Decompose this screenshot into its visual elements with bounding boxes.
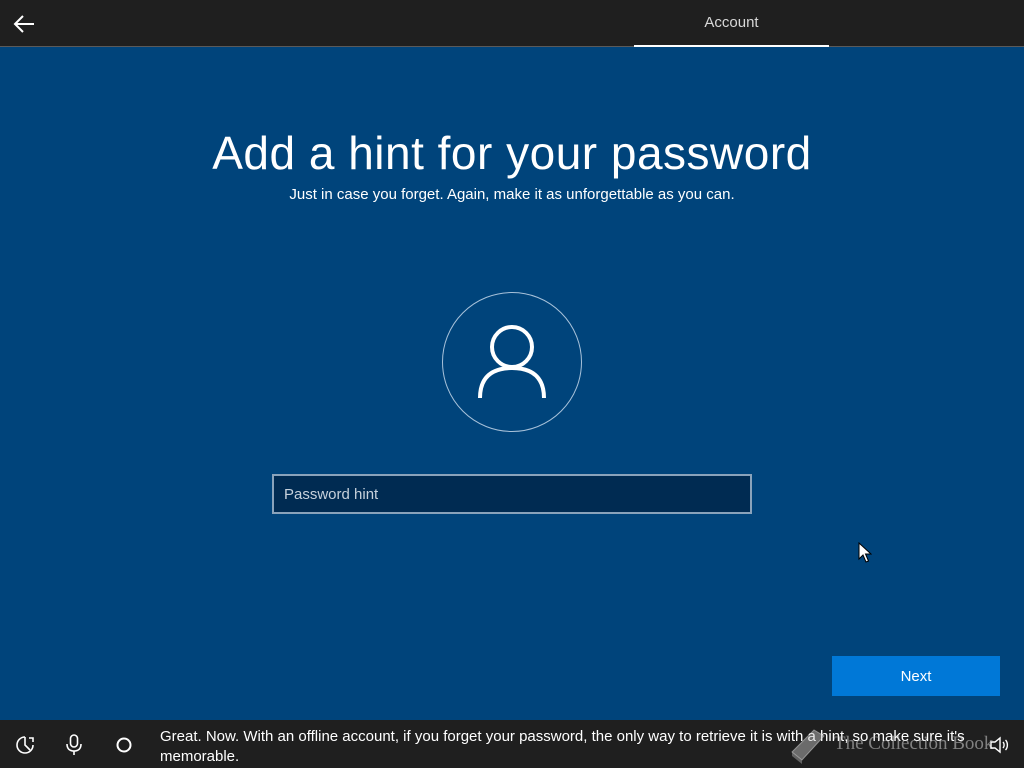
user-icon	[478, 325, 546, 399]
page-title: Add a hint for your password	[212, 127, 812, 179]
password-hint-input[interactable]	[272, 474, 752, 514]
page-subtitle: Just in case you forget. Again, make it …	[289, 186, 735, 203]
microphone-button[interactable]	[61, 732, 87, 758]
accessibility-button[interactable]	[12, 732, 38, 758]
mouse-cursor-icon	[858, 542, 872, 563]
cortana-icon	[116, 737, 132, 753]
next-button[interactable]: Next	[832, 656, 1000, 696]
avatar	[442, 292, 582, 432]
cortana-message: Great. Now. With an offline account, if …	[160, 728, 965, 765]
bottom-bar: Great. Now. With an offline account, if …	[0, 720, 1024, 768]
top-bar: Account	[0, 0, 1024, 47]
arrow-left-icon	[13, 15, 34, 33]
volume-button[interactable]	[986, 732, 1012, 758]
main-content: Add a hint for your password Just in cas…	[0, 48, 1024, 720]
cortana-button[interactable]	[111, 732, 137, 758]
accessibility-icon	[16, 736, 34, 754]
microphone-icon	[66, 734, 82, 755]
volume-icon	[990, 736, 1009, 754]
back-button[interactable]	[6, 6, 42, 42]
tab-account[interactable]: Account	[634, 0, 829, 47]
